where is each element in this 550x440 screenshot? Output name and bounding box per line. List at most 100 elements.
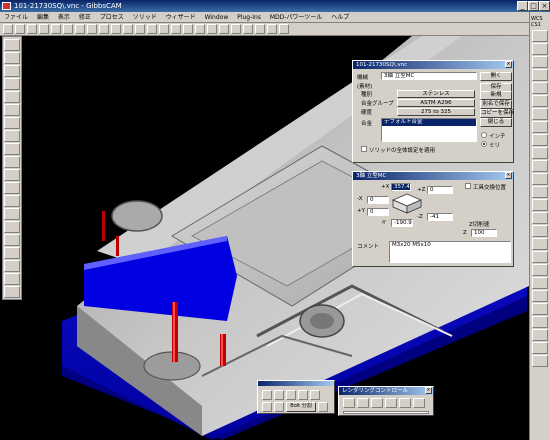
tool-icon[interactable]	[318, 402, 328, 412]
palette-button[interactable]	[532, 173, 548, 185]
slot-icon[interactable]	[298, 390, 308, 400]
new-button[interactable]: 新規	[480, 91, 512, 100]
palette-button[interactable]	[532, 251, 548, 263]
minus-x-field[interactable]: 0	[367, 196, 389, 204]
bolt-split-button[interactable]: Bolt 分割	[286, 402, 316, 412]
menu-process[interactable]: プロセス	[100, 14, 124, 21]
minus-y-field[interactable]: -190.9	[391, 219, 413, 227]
first-icon[interactable]	[343, 398, 355, 408]
save-copy-button[interactable]: コピーを保存	[480, 109, 514, 118]
palette-button[interactable]	[532, 199, 548, 211]
palette-button[interactable]	[532, 303, 548, 315]
palette-button[interactable]	[4, 156, 20, 168]
toolbar-button[interactable]	[267, 24, 277, 34]
palette-button[interactable]	[4, 39, 20, 51]
palette-button[interactable]	[4, 286, 20, 298]
material-group-button[interactable]: ASTM A296	[397, 99, 475, 107]
toolbar-button[interactable]	[159, 24, 169, 34]
type-button[interactable]: ステンレス	[397, 90, 475, 98]
toolbar-button[interactable]	[99, 24, 109, 34]
toolbar-button[interactable]	[255, 24, 265, 34]
palette-button[interactable]	[532, 108, 548, 120]
palette-button[interactable]	[532, 43, 548, 55]
palette-button[interactable]	[532, 238, 548, 250]
menu-plugins[interactable]: Plug-Ins	[237, 14, 261, 21]
palette-button[interactable]	[4, 260, 20, 272]
palette-button[interactable]	[4, 65, 20, 77]
progress-slider[interactable]	[343, 411, 429, 414]
close-icon[interactable]: ×	[505, 172, 512, 179]
palette-button[interactable]	[532, 329, 548, 341]
rect-icon[interactable]	[286, 390, 296, 400]
play-icon[interactable]	[385, 398, 397, 408]
palette-button[interactable]	[4, 234, 20, 246]
palette-button[interactable]	[532, 225, 548, 237]
palette-button[interactable]	[4, 52, 20, 64]
palette-button[interactable]	[4, 130, 20, 142]
prev-icon[interactable]	[357, 398, 369, 408]
menu-view[interactable]: 表示	[58, 14, 70, 21]
palette-button[interactable]	[532, 95, 548, 107]
grid-icon[interactable]	[262, 390, 272, 400]
palette-button[interactable]	[4, 91, 20, 103]
clearance-field[interactable]: 100	[471, 229, 497, 237]
menu-mdd-powertools[interactable]: MDD-パワーツール	[270, 14, 322, 21]
machine-select[interactable]: 3軸 立型MC	[381, 72, 477, 80]
palette-button[interactable]	[532, 147, 548, 159]
toolbar-button[interactable]	[183, 24, 193, 34]
palette-button[interactable]	[532, 82, 548, 94]
toolbar-button[interactable]	[51, 24, 61, 34]
link-icon[interactable]	[310, 390, 320, 400]
toolbar-button[interactable]	[135, 24, 145, 34]
toolbar-button[interactable]	[171, 24, 181, 34]
menu-window[interactable]: Window	[205, 14, 229, 21]
palette-button[interactable]	[532, 30, 548, 42]
toolbar-button[interactable]	[207, 24, 217, 34]
comment-field[interactable]: M3x20 M5x10	[389, 241, 511, 263]
toolbar-button[interactable]	[111, 24, 121, 34]
menu-modify[interactable]: 修正	[79, 14, 91, 21]
hardness-button[interactable]: 275 to 325	[397, 108, 475, 116]
toolbar-button[interactable]	[279, 24, 289, 34]
toolbar-button[interactable]	[63, 24, 73, 34]
plus-y-field[interactable]: 0	[367, 208, 389, 216]
tool-change-checkbox[interactable]	[465, 183, 471, 189]
close-button[interactable]: ×	[539, 1, 550, 11]
cube-small-icon[interactable]	[262, 402, 272, 412]
palette-button[interactable]	[532, 121, 548, 133]
palette-button[interactable]	[4, 221, 20, 233]
palette-button[interactable]	[4, 104, 20, 116]
palette-button[interactable]	[532, 264, 548, 276]
toolbar-button[interactable]	[15, 24, 25, 34]
palette-button[interactable]	[4, 247, 20, 259]
close-icon[interactable]: ×	[505, 61, 512, 68]
menu-solid[interactable]: ソリッド	[133, 14, 157, 21]
minimize-button[interactable]: _	[517, 1, 528, 11]
plus-x-field[interactable]: 357.4	[391, 183, 411, 191]
palette-button[interactable]	[532, 69, 548, 81]
solid-settings-checkbox[interactable]	[361, 146, 367, 152]
palette-button[interactable]	[532, 316, 548, 328]
palette-button[interactable]	[532, 277, 548, 289]
last-icon[interactable]	[413, 398, 425, 408]
toolbar-button[interactable]	[87, 24, 97, 34]
shape-icon[interactable]	[274, 402, 284, 412]
menu-edit[interactable]: 編集	[37, 14, 49, 21]
palette-button[interactable]	[532, 186, 548, 198]
palette-button[interactable]	[532, 56, 548, 68]
palette-button[interactable]	[532, 160, 548, 172]
menu-help[interactable]: ヘルプ	[331, 14, 349, 21]
toolbar-button[interactable]	[231, 24, 241, 34]
mm-radio[interactable]	[481, 141, 487, 147]
palette-button[interactable]	[4, 169, 20, 181]
palette-button[interactable]	[532, 355, 548, 367]
menu-file[interactable]: ファイル	[4, 14, 28, 21]
maximize-button[interactable]: □	[528, 1, 539, 11]
palette-button[interactable]	[4, 117, 20, 129]
pause-icon[interactable]	[371, 398, 383, 408]
palette-button[interactable]	[4, 182, 20, 194]
circle-icon[interactable]	[274, 390, 284, 400]
palette-button[interactable]	[4, 195, 20, 207]
palette-button[interactable]	[4, 208, 20, 220]
toolbar-button[interactable]	[27, 24, 37, 34]
